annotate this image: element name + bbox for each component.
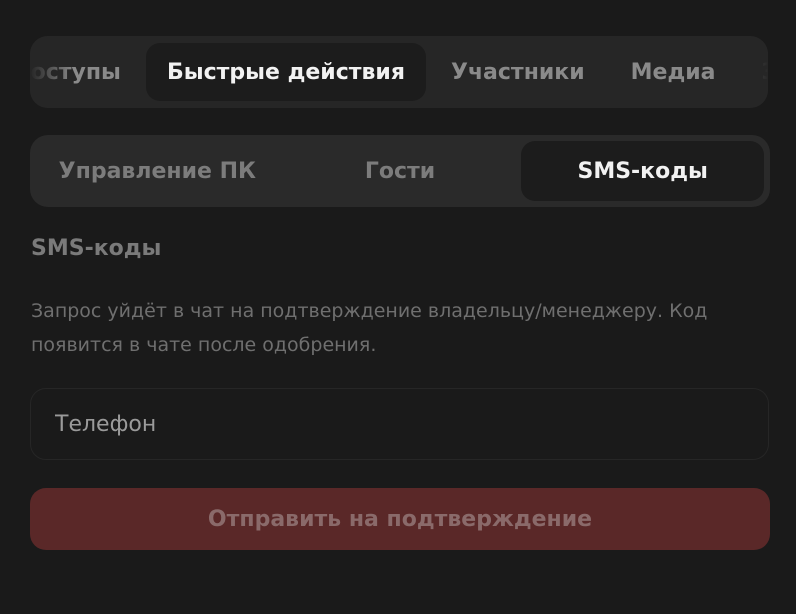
top-tab-bar[interactable]: Доступы Быстрые действия Участники Медиа… — [30, 36, 768, 108]
tab-label: Быстрые действия — [166, 59, 405, 85]
tab-quick-actions[interactable]: Быстрые действия — [145, 43, 426, 101]
tab-participants[interactable]: Участники — [430, 43, 606, 101]
tab-media[interactable]: Медиа — [610, 43, 737, 101]
section-description: Запрос уйдёт в чат на подтверждение влад… — [31, 300, 708, 356]
segment-sms-codes[interactable]: SMS-коды — [521, 141, 765, 201]
top-tab-track: Доступы Быстрые действия Участники Медиа… — [30, 36, 768, 108]
section-title: SMS-коды — [31, 236, 162, 261]
page: Доступы Быстрые действия Участники Медиа… — [0, 0, 796, 614]
quick-actions-segmented-control: Управление ПК Гости SMS-коды — [30, 135, 770, 207]
segment-pc-control[interactable]: Управление ПК — [36, 141, 279, 201]
phone-input[interactable] — [30, 388, 769, 460]
segment-label: SMS-коды — [577, 158, 708, 184]
tab-label: Участники — [450, 59, 585, 85]
tab-label: Доступы — [30, 59, 121, 85]
segment-label: Управление ПК — [58, 158, 256, 184]
segment-guests[interactable]: Гости — [279, 141, 522, 201]
tab-label: Медиа — [630, 59, 716, 85]
tab-accesses[interactable]: Доступы — [30, 43, 142, 101]
segment-label: Гости — [364, 158, 436, 184]
send-for-approval-button[interactable]: Отправить на подтверждение — [30, 488, 770, 550]
tab-next[interactable]: За — [741, 43, 769, 101]
tab-label: За — [762, 60, 769, 85]
